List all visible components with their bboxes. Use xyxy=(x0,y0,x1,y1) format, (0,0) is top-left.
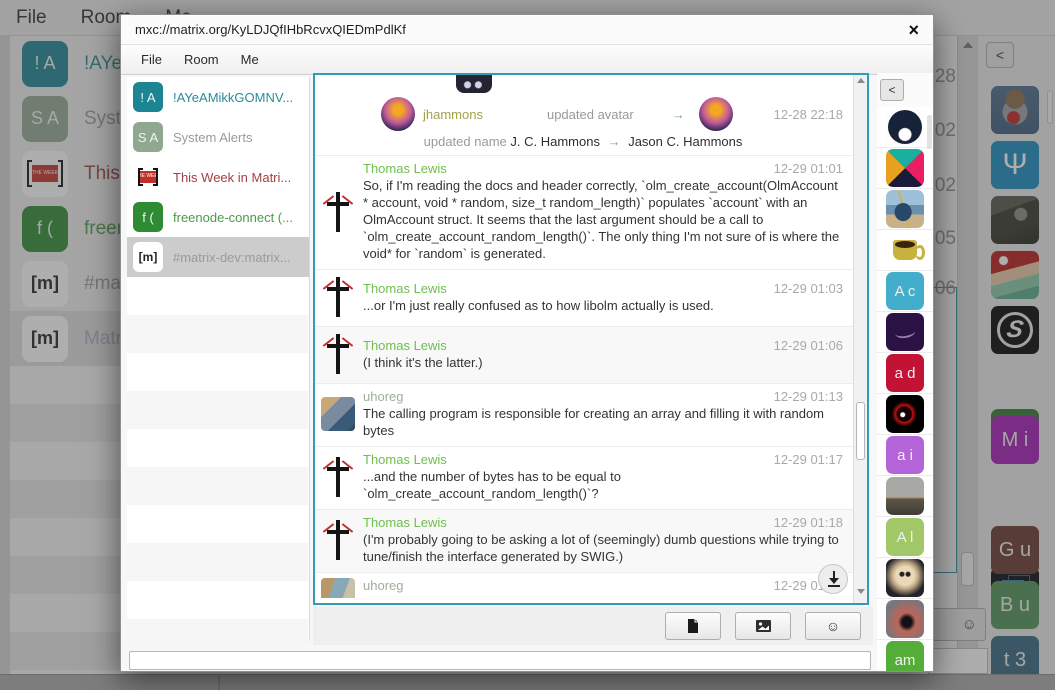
room-avatar: S A xyxy=(133,122,163,152)
member-avatar-airplane-photo[interactable] xyxy=(886,190,924,228)
chat-scroll-area: jhammons updated avatar → 12-28 22:18 up… xyxy=(315,75,853,603)
member-avatar-letters[interactable]: A c xyxy=(886,272,924,310)
dialog-room-list: ! A !AYeAMikkGOMNV... S A System Alerts … xyxy=(127,77,310,641)
message-timestamp: 12-29 01:13 xyxy=(774,389,843,404)
chat-scrollbar[interactable] xyxy=(853,75,867,603)
room-avatar: f ( xyxy=(133,202,163,232)
cross-avatar-icon[interactable] xyxy=(321,275,355,319)
arrow-icon: → xyxy=(668,107,689,122)
message-row-partial: uhoreg 12-29 01:18 xyxy=(315,572,853,603)
collapse-members-button[interactable]: < xyxy=(880,79,904,101)
menu-me[interactable]: Me xyxy=(241,52,259,67)
cross-avatar-icon[interactable] xyxy=(321,455,355,499)
jhammons-avatar[interactable] xyxy=(381,97,415,131)
state-timestamp: 12-28 22:18 xyxy=(774,107,843,122)
cross-avatar-icon[interactable] xyxy=(321,518,355,562)
message-sender[interactable]: uhoreg xyxy=(363,578,403,593)
room-item[interactable]: THE WEEK This Week in Matri... xyxy=(127,157,309,197)
member-avatar-demon-face[interactable] xyxy=(886,395,924,433)
message-timestamp: 12-29 01:17 xyxy=(774,452,843,467)
message-row: Thomas Lewis 12-29 01:17 ...and the numb… xyxy=(315,446,853,509)
empty-room-rows xyxy=(127,277,308,641)
uhoreg-avatar[interactable] xyxy=(321,397,355,431)
cross-avatar-icon[interactable] xyxy=(321,332,355,376)
scrollbar-thumb[interactable] xyxy=(856,402,865,460)
message-timestamp: 12-29 01:06 xyxy=(774,338,843,353)
message-sender[interactable]: Thomas Lewis xyxy=(363,161,447,176)
jhammons-new-avatar xyxy=(699,97,733,131)
member-avatar-scream-painting[interactable] xyxy=(886,600,924,638)
arrow-icon: → xyxy=(604,134,625,149)
emoji-button[interactable]: ☺ xyxy=(805,612,861,640)
message-text: ...or I'm just really confused as to how… xyxy=(363,296,843,314)
room-item[interactable]: ! A !AYeAMikkGOMNV... xyxy=(127,77,309,117)
scroll-up-icon[interactable] xyxy=(857,78,865,83)
state-action2: updated name xyxy=(424,134,507,149)
dialog-title: mxc://matrix.org/KyLDJQfIHbRcvxQIEDmPdlK… xyxy=(135,22,908,37)
room-item[interactable]: S A System Alerts xyxy=(127,117,309,157)
file-icon xyxy=(687,619,699,633)
message-text: So, if I'm reading the docs and header c… xyxy=(363,176,843,262)
member-avatar-letters[interactable]: a i xyxy=(886,436,924,474)
message-row: Thomas Lewis 12-29 01:01 So, if I'm read… xyxy=(315,155,853,269)
message-text: ...and the number of bytes has to be equ… xyxy=(363,467,843,502)
message-sender[interactable]: Thomas Lewis xyxy=(363,452,447,467)
member-list-scrollbar[interactable] xyxy=(927,115,932,149)
message-sender[interactable]: Thomas Lewis xyxy=(363,338,447,353)
twim-logo-avatar: THE WEEK xyxy=(133,162,163,192)
message-input[interactable] xyxy=(129,651,871,670)
member-avatar-letters[interactable]: am xyxy=(886,641,924,671)
dialog-menubar: File Room Me xyxy=(121,45,933,75)
image-icon xyxy=(756,620,771,632)
dialog-member-list: < A c a d a i A l am xyxy=(877,73,933,671)
member-avatar-letters[interactable]: A l xyxy=(886,518,924,556)
message-row: uhoreg 12-29 01:13 The calling program i… xyxy=(315,383,853,446)
member-avatar-geometric[interactable] xyxy=(886,149,924,187)
room-avatar: ! A xyxy=(133,82,163,112)
mxc-media-dialog: mxc://matrix.org/KyLDJQfIHbRcvxQIEDmPdlK… xyxy=(120,14,934,672)
attach-image-button[interactable] xyxy=(735,612,791,640)
message-row: Thomas Lewis 12-29 01:18 (I'm probably g… xyxy=(315,509,853,572)
member-avatar-dog-photo[interactable] xyxy=(886,559,924,597)
member-avatar-github-octocat-icon[interactable] xyxy=(886,108,924,146)
message-timestamp: 12-29 01:03 xyxy=(774,281,843,296)
partial-avatar xyxy=(456,75,492,93)
old-display-name: J. C. Hammons xyxy=(510,134,600,149)
new-display-name: Jason C. Hammons xyxy=(628,134,742,149)
state-action: updated avatar xyxy=(547,107,634,122)
dialog-titlebar[interactable]: mxc://matrix.org/KyLDJQfIHbRcvxQIEDmPdlK… xyxy=(121,15,933,45)
chat-timeline: jhammons updated avatar → 12-28 22:18 up… xyxy=(313,73,869,605)
cross-avatar-icon[interactable] xyxy=(321,190,355,234)
state-event-row: jhammons updated avatar → 12-28 22:18 up… xyxy=(315,75,853,155)
attach-file-button[interactable] xyxy=(665,612,721,640)
message-text: The calling program is responsible for c… xyxy=(363,404,843,439)
close-icon[interactable]: × xyxy=(908,21,919,39)
message-text: (I'm probably going to be asking a lot o… xyxy=(363,530,843,565)
message-text: (I think it's the latter.) xyxy=(363,353,843,371)
message-sender[interactable]: Thomas Lewis xyxy=(363,281,447,296)
message-sender[interactable]: Thomas Lewis xyxy=(363,515,447,530)
message-row: Thomas Lewis 12-29 01:06 (I think it's t… xyxy=(315,326,853,383)
room-item[interactable]: f ( freenode-connect (... xyxy=(127,197,309,237)
message-timestamp: 12-29 01:18 xyxy=(774,515,843,530)
state-sender[interactable]: jhammons xyxy=(423,107,483,122)
menu-room[interactable]: Room xyxy=(184,52,219,67)
menu-file[interactable]: File xyxy=(141,52,162,67)
member-avatar-landscape-photo[interactable] xyxy=(886,477,924,515)
scroll-to-bottom-button[interactable] xyxy=(818,564,848,594)
message-row: Thomas Lewis 12-29 01:03 ...or I'm just … xyxy=(315,269,853,326)
composer-toolbar: ☺ xyxy=(313,607,873,645)
message-sender[interactable]: uhoreg xyxy=(363,389,403,404)
member-avatar-signature[interactable] xyxy=(886,313,924,351)
member-avatar-coffee-mug-icon[interactable] xyxy=(893,240,917,260)
message-timestamp: 12-29 01:01 xyxy=(774,161,843,176)
uhoreg-avatar[interactable] xyxy=(321,578,355,598)
room-avatar: [m] xyxy=(133,242,163,272)
scroll-down-icon[interactable] xyxy=(857,589,865,594)
member-avatar-letters[interactable]: a d xyxy=(886,354,924,392)
screen: File Room Me 28 02 02 05 06 ! A !AYeAM S… xyxy=(0,0,1055,690)
room-item-selected[interactable]: [m] #matrix-dev:matrix... xyxy=(127,237,309,277)
